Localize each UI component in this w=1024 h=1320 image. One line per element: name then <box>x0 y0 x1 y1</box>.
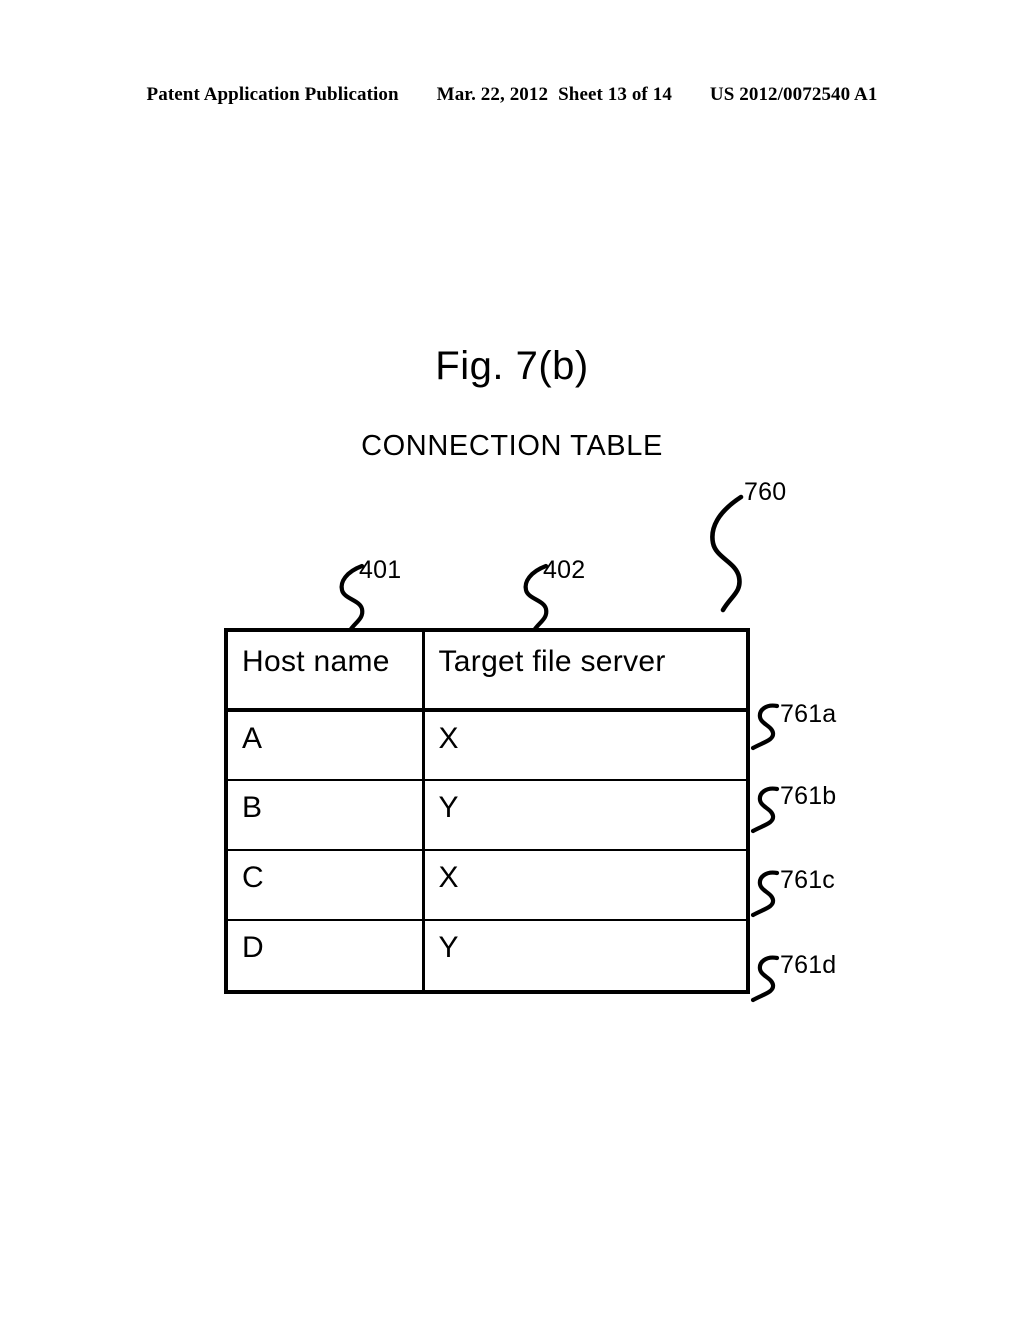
leader-line-761d <box>750 955 780 1003</box>
reference-numeral-761c: 761c <box>780 866 836 894</box>
column-header-host-name: Host name <box>228 632 425 710</box>
table-body: A X B Y C X D Y <box>228 710 746 990</box>
reference-numeral-761d: 761d <box>780 951 837 979</box>
cell-target-file-server: Y <box>423 780 746 850</box>
cell-target-file-server: Y <box>423 920 746 990</box>
cell-host-name: D <box>228 920 425 990</box>
leader-line-760 <box>710 494 744 613</box>
column-header-target-file-server: Target file server <box>423 632 746 710</box>
table-row: D Y <box>228 920 746 990</box>
connection-table-grid: Host name Target file server A X B Y C X… <box>228 632 746 990</box>
table-row: C X <box>228 850 746 920</box>
patent-running-header: Patent Application Publication Mar. 22, … <box>0 84 1024 106</box>
patent-number: US 2012/0072540 A1 <box>709 84 878 105</box>
cell-target-file-server: X <box>423 850 746 920</box>
cell-target-file-server: X <box>423 710 746 780</box>
reference-numeral-401: 401 <box>359 556 402 584</box>
figure-title: Fig. 7(b) <box>435 344 589 388</box>
reference-numeral-760: 760 <box>744 478 787 506</box>
publication-date: Mar. 22, 2012 <box>436 84 549 105</box>
publication-label: Patent Application Publication <box>146 84 399 105</box>
reference-numeral-402: 402 <box>543 556 586 584</box>
cell-host-name: B <box>228 780 425 850</box>
table-header: Host name Target file server <box>228 632 746 710</box>
leader-line-761c <box>750 870 780 918</box>
reference-numeral-761b: 761b <box>780 782 837 810</box>
reference-numeral-761a: 761a <box>780 700 837 728</box>
leader-line-761b <box>750 786 780 834</box>
cell-host-name: C <box>228 850 425 920</box>
table-header-row: Host name Target file server <box>228 632 746 710</box>
table-row: B Y <box>228 780 746 850</box>
leader-line-761a <box>750 703 780 751</box>
cell-host-name: A <box>228 710 425 780</box>
sheet-number: Sheet 13 of 14 <box>558 84 672 105</box>
table-row: A X <box>228 710 746 780</box>
connection-table: Host name Target file server A X B Y C X… <box>224 628 750 994</box>
table-caption: CONNECTION TABLE <box>361 430 663 462</box>
